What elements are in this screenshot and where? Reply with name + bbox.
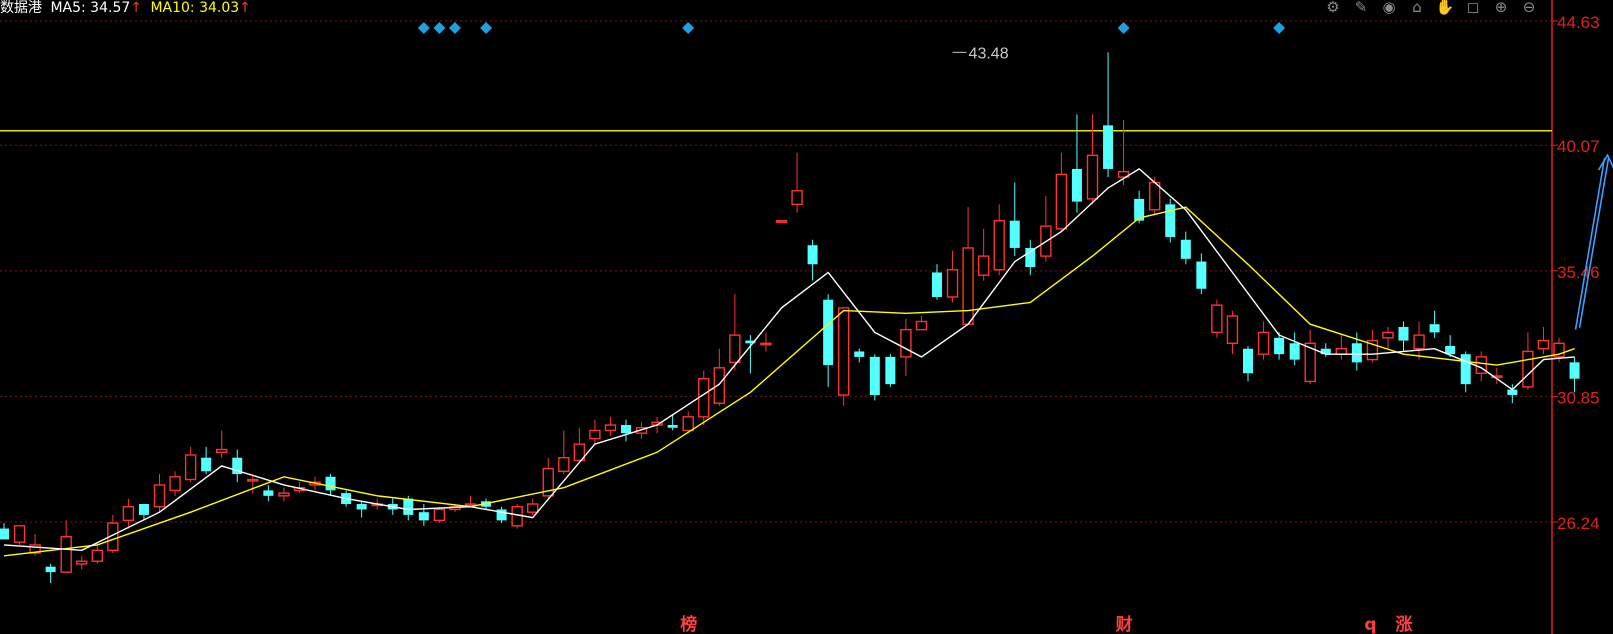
candle-body-up — [589, 429, 601, 440]
candle-body-up — [76, 560, 88, 565]
candle-body-up — [1257, 331, 1270, 355]
candle-body-down — [1243, 348, 1253, 374]
event-marker-diamond — [682, 22, 695, 34]
candle-body-down — [325, 476, 336, 491]
event-marker-diamond — [433, 22, 446, 34]
candle-body-down — [201, 457, 212, 472]
candle-body-up — [915, 320, 928, 331]
candle-body-down — [138, 504, 149, 515]
candle-body-up — [60, 536, 72, 573]
candlestick-chart[interactable]: 44.63 40.07 35.46 30.85 26.24 43.48 榜 财 q 涨 — [0, 0, 1613, 634]
candle-body-up — [962, 247, 974, 325]
candle-body-up — [433, 508, 446, 522]
candle-body-up — [698, 378, 710, 418]
candle-body-down — [621, 425, 631, 434]
candle-body-up — [946, 269, 959, 298]
event-label: 榜 — [680, 614, 697, 634]
candle-body-down — [1398, 326, 1409, 341]
candle-body-up — [527, 503, 539, 513]
price-tick-label: 26.24 — [1557, 514, 1600, 533]
candle-body-down — [45, 566, 56, 573]
price-tick-label: 30.85 — [1557, 388, 1600, 407]
event-marker-diamond — [1117, 22, 1130, 34]
candle-body-down — [1351, 343, 1362, 363]
candle-body-down — [1569, 362, 1580, 379]
candle-body-up — [1226, 315, 1239, 344]
price-tick-label: 35.46 — [1557, 263, 1600, 282]
candle-body-up — [604, 424, 617, 432]
event-label: 涨 — [1396, 615, 1413, 634]
candle-body-down — [932, 272, 942, 297]
candle-body-up — [838, 307, 850, 396]
price-tick-label: 44.63 — [1557, 13, 1600, 32]
candle-body-up — [775, 219, 788, 223]
candle-body-down — [1274, 337, 1285, 355]
candle-body-up — [791, 190, 803, 206]
trend-arrow-line — [1578, 157, 1610, 328]
candle-body-up — [1055, 173, 1068, 230]
candle-body-down — [1103, 125, 1114, 169]
candle-body-up — [1211, 304, 1223, 334]
candle-body-down — [403, 498, 414, 515]
candle-body-down — [869, 356, 880, 396]
candle-body-up — [153, 484, 166, 508]
candle-body-up — [91, 549, 104, 562]
candle-body-down — [418, 512, 429, 521]
candle-body-down — [1460, 354, 1471, 385]
candle-body-down — [1196, 261, 1207, 289]
candle-body-up — [215, 448, 228, 453]
candle-body-up — [977, 255, 990, 276]
candle-body-down — [1071, 168, 1082, 202]
candle-body-down — [823, 299, 834, 366]
candle-body-up — [1148, 181, 1161, 211]
price-tick-label: 40.07 — [1557, 137, 1600, 156]
candle-body-up — [278, 492, 290, 497]
candle-body-up — [1413, 334, 1425, 350]
candle-body-up — [1086, 154, 1099, 200]
candle-body-down — [263, 490, 274, 496]
candle-body-up — [760, 342, 772, 346]
event-marker-diamond — [480, 22, 493, 34]
event-label: q — [1364, 615, 1376, 634]
event-marker-diamond — [448, 22, 461, 34]
candle-body-down — [1429, 324, 1440, 333]
candle-body-up — [1522, 350, 1534, 388]
candle-body-down — [807, 245, 818, 265]
event-label: 财 — [1115, 614, 1133, 634]
candle-body-up — [122, 506, 135, 522]
candle-body-up — [1537, 339, 1550, 350]
candle-body-down — [854, 351, 865, 357]
candle-body-down — [1289, 343, 1300, 360]
candle-body-up — [511, 506, 523, 527]
candle-body-down — [1009, 220, 1020, 248]
event-marker-diamond — [417, 22, 430, 34]
candle-body-up — [993, 219, 1005, 271]
ma10-line — [3, 206, 1575, 557]
candle-body-up — [169, 476, 181, 492]
candle-body-up — [247, 478, 259, 482]
candle-body-down — [0, 528, 9, 540]
candle-body-up — [713, 367, 725, 404]
candle-body-down — [356, 504, 367, 510]
candle-body-up — [13, 525, 26, 543]
candle-body-down — [885, 356, 896, 385]
trend-arrow-line — [1574, 157, 1606, 330]
candle-body-up — [1335, 348, 1348, 355]
candle-body-up — [1382, 331, 1394, 339]
trend-arrow-head — [1597, 153, 1613, 171]
high-annotation-label: 43.48 — [969, 45, 1009, 62]
candle-body-up — [900, 328, 912, 358]
candle-body-down — [667, 425, 678, 428]
candle-body-up — [184, 454, 197, 481]
event-marker-diamond — [1273, 22, 1286, 34]
candle-body-up — [558, 457, 570, 473]
candle-body-up — [682, 416, 694, 432]
candle-body-up — [729, 334, 741, 364]
candle-body-down — [1180, 239, 1191, 259]
